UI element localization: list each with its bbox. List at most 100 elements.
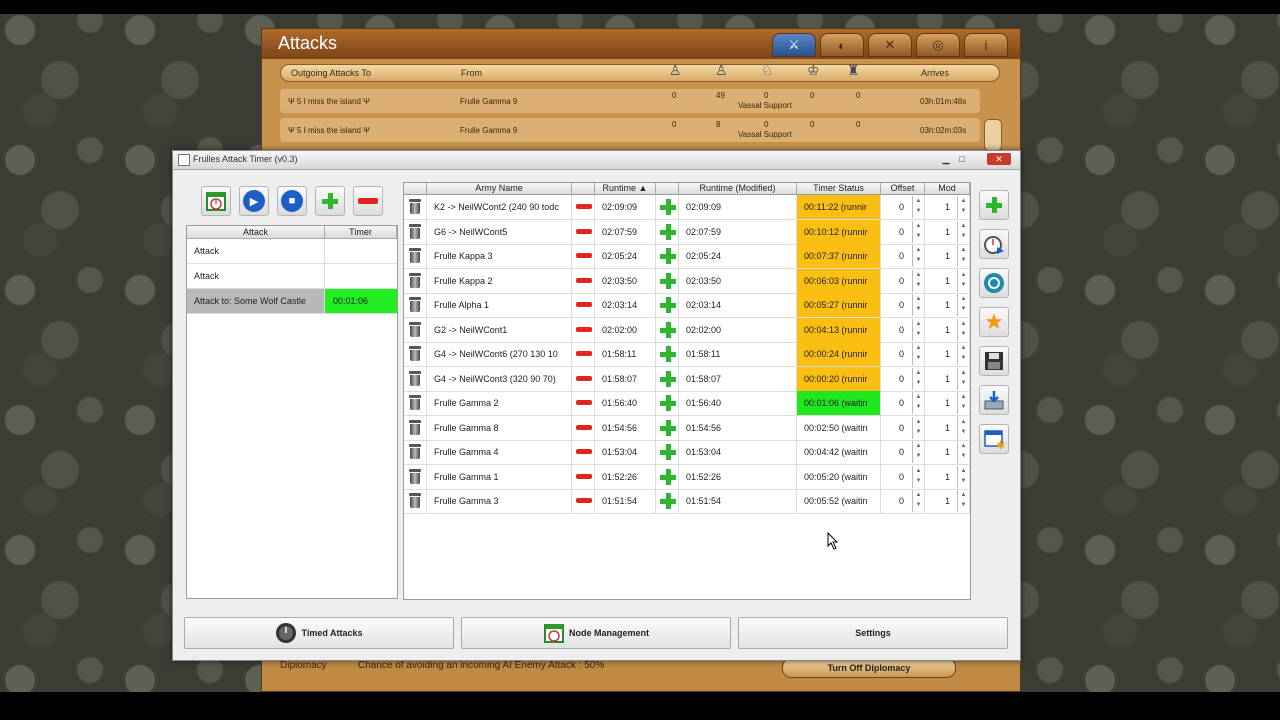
spinner-arrows-icon[interactable]: ▲ ▼	[912, 392, 924, 414]
mod-spinner[interactable]: 1 ▲ ▼	[925, 489, 970, 513]
new-window-button[interactable]: ✱	[979, 424, 1009, 454]
attack-list-item-selected[interactable]: Attack to: Some Wolf Castle 00:01:06	[187, 289, 397, 314]
timer-status-column-header[interactable]: Timer Status	[797, 183, 881, 195]
runtime-column-header[interactable]: Runtime ▲	[595, 183, 656, 195]
window-titlebar[interactable]: Frulles Attack Timer (v0.3) ▁ □ ✕	[173, 151, 1020, 170]
spinner-arrows-icon[interactable]: ▲ ▼	[912, 465, 924, 488]
increase-runtime-button[interactable]	[656, 366, 679, 391]
decrease-runtime-button[interactable]	[572, 195, 595, 219]
army-name-cell[interactable]: Frulle Gamma 1	[427, 464, 572, 489]
increase-runtime-button[interactable]	[656, 391, 679, 415]
offset-spinner[interactable]: 0 ▲ ▼	[881, 440, 925, 464]
spinner-arrows-icon[interactable]: ▲ ▼	[912, 245, 924, 267]
increase-runtime-button[interactable]	[656, 342, 679, 366]
spinner-arrows-icon[interactable]: ▲ ▼	[957, 490, 969, 512]
game-tab-scout-icon[interactable]: ◎	[916, 33, 960, 57]
army-name-cell[interactable]: K2 -> NeilWCont2 (240 90 todc	[427, 195, 572, 219]
army-name-cell[interactable]: G4 -> NeilWCont6 (270 130 10	[427, 342, 572, 366]
import-button[interactable]	[979, 385, 1009, 415]
spinner-arrows-icon[interactable]: ▲ ▼	[912, 490, 924, 512]
runtime-modified-column-header[interactable]: Runtime (Modified)	[679, 183, 797, 195]
mod-spinner[interactable]: 1 ▲ ▼	[925, 440, 970, 464]
mod-spinner[interactable]: 1 ▲ ▼	[925, 293, 970, 317]
spinner-arrows-icon[interactable]: ▲ ▼	[912, 343, 924, 365]
increase-runtime-button[interactable]	[656, 464, 679, 489]
spinner-arrows-icon[interactable]: ▲ ▼	[957, 318, 969, 341]
spinner-arrows-icon[interactable]: ▲ ▼	[957, 294, 969, 316]
increase-runtime-button[interactable]	[656, 219, 679, 244]
table-row[interactable]: K2 -> NeilWCont2 (240 90 todc 02:09:09 02:…	[404, 195, 970, 220]
spinner-arrows-icon[interactable]: ▲ ▼	[912, 196, 924, 218]
delete-army-button[interactable]	[404, 219, 427, 244]
add-army-button[interactable]	[979, 190, 1009, 220]
spinner-arrows-icon[interactable]: ▲ ▼	[912, 416, 924, 439]
spinner-arrows-icon[interactable]: ▲ ▼	[912, 318, 924, 341]
table-row[interactable]: G4 -> NeilWCont3 (320 90 70) 01:58:07 01:5…	[404, 366, 970, 392]
mod-spinner[interactable]: 1 ▲ ▼	[925, 244, 970, 268]
delete-army-button[interactable]	[404, 366, 427, 391]
offset-spinner[interactable]: 0 ▲ ▼	[881, 219, 925, 244]
spinner-arrows-icon[interactable]: ▲ ▼	[957, 465, 969, 488]
game-tab-attacks-icon[interactable]: ⚔	[772, 33, 816, 57]
mod-spinner[interactable]: 1 ▲ ▼	[925, 391, 970, 415]
settings-button[interactable]: Settings	[738, 617, 1008, 649]
delete-army-button[interactable]	[404, 195, 427, 219]
decrease-runtime-button[interactable]	[572, 219, 595, 244]
favorite-button[interactable]: ★	[979, 307, 1009, 337]
table-row[interactable]: Frulle Gamma 4 01:53:04 01:53:04 00:04:42 (…	[404, 440, 970, 465]
spinner-arrows-icon[interactable]: ▲ ▼	[912, 220, 924, 243]
mod-spinner[interactable]: 1 ▲ ▼	[925, 342, 970, 366]
refresh-button[interactable]	[979, 268, 1009, 298]
army-name-cell[interactable]: G6 -> NeilWCont5	[427, 219, 572, 244]
offset-spinner[interactable]: 0 ▲ ▼	[881, 317, 925, 342]
spinner-arrows-icon[interactable]: ▲ ▼	[912, 441, 924, 463]
remove-timer-button[interactable]	[353, 186, 383, 216]
attack-list-item[interactable]: Attack	[187, 264, 397, 289]
delete-army-button[interactable]	[404, 293, 427, 317]
game-attack-row[interactable]: Ψ 5 I miss the island Ψ Frulle Gamma 9 0…	[280, 118, 980, 142]
increase-runtime-button[interactable]	[656, 268, 679, 293]
increase-runtime-button[interactable]	[656, 489, 679, 513]
decrease-runtime-button[interactable]	[572, 440, 595, 464]
decrease-runtime-button[interactable]	[572, 293, 595, 317]
spinner-arrows-icon[interactable]: ▲ ▼	[957, 367, 969, 390]
spinner-arrows-icon[interactable]: ▲ ▼	[912, 294, 924, 316]
mod-spinner[interactable]: 1 ▲ ▼	[925, 415, 970, 440]
army-name-cell[interactable]: Frulle Kappa 3	[427, 244, 572, 268]
add-timer-button[interactable]	[315, 186, 345, 216]
spinner-arrows-icon[interactable]: ▲ ▼	[957, 196, 969, 218]
increase-runtime-button[interactable]	[656, 317, 679, 342]
delete-army-button[interactable]	[404, 244, 427, 268]
spinner-arrows-icon[interactable]: ▲ ▼	[957, 245, 969, 267]
mod-spinner[interactable]: 1 ▲ ▼	[925, 317, 970, 342]
minimize-button[interactable]: ▁	[939, 153, 953, 165]
save-button[interactable]	[979, 346, 1009, 376]
increase-runtime-button[interactable]	[656, 415, 679, 440]
attack-column-header[interactable]: Attack	[187, 226, 325, 239]
offset-spinner[interactable]: 0 ▲ ▼	[881, 464, 925, 489]
table-row[interactable]: G6 -> NeilWCont5 02:07:59 02:07:59 00:10:12…	[404, 219, 970, 245]
increase-runtime-button[interactable]	[656, 440, 679, 464]
table-row[interactable]: G2 -> NeilWCont1 02:02:00 02:02:00 00:04:13…	[404, 317, 970, 343]
table-row[interactable]: Frulle Alpha 1 02:03:14 02:03:14 00:05:27 (…	[404, 293, 970, 318]
delete-army-button[interactable]	[404, 317, 427, 342]
game-scrollbar[interactable]	[984, 119, 1002, 151]
spinner-arrows-icon[interactable]: ▲ ▼	[957, 269, 969, 292]
game-attack-row[interactable]: Ψ 5 I miss the island Ψ Frulle Gamma 9 0…	[280, 89, 980, 113]
offset-spinner[interactable]: 0 ▲ ▼	[881, 366, 925, 391]
army-name-cell[interactable]: Frulle Gamma 2	[427, 391, 572, 415]
army-name-cell[interactable]: Frulle Gamma 4	[427, 440, 572, 464]
spinner-arrows-icon[interactable]: ▲ ▼	[957, 392, 969, 414]
decrease-runtime-button[interactable]	[572, 366, 595, 391]
army-name-cell[interactable]: Frulle Gamma 8	[427, 415, 572, 440]
spinner-arrows-icon[interactable]: ▲ ▼	[957, 441, 969, 463]
army-name-cell[interactable]: Frulle Kappa 2	[427, 268, 572, 293]
attack-list-item[interactable]: Attack	[187, 239, 397, 264]
timer-column-header[interactable]: Timer	[325, 226, 397, 239]
offset-spinner[interactable]: 0 ▲ ▼	[881, 268, 925, 293]
stop-button[interactable]: ■	[277, 186, 307, 216]
decrease-runtime-button[interactable]	[572, 342, 595, 366]
table-row[interactable]: G4 -> NeilWCont6 (270 130 10 01:58:11 01:5…	[404, 342, 970, 367]
table-row[interactable]: Frulle Kappa 3 02:05:24 02:05:24 00:07:37 (…	[404, 244, 970, 269]
delete-army-button[interactable]	[404, 391, 427, 415]
